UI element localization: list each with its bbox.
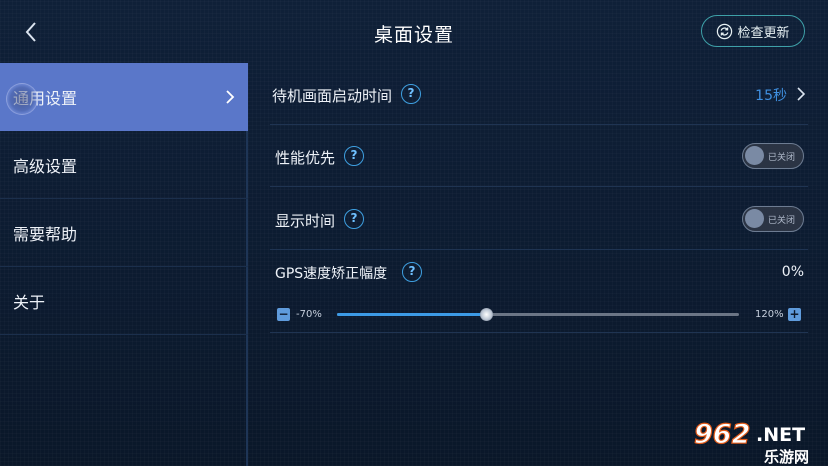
decrease-button[interactable]: −	[277, 308, 290, 321]
refresh-icon	[717, 23, 733, 39]
sidebar-item-advanced-settings[interactable]: 高级设置	[0, 131, 248, 199]
slider-min-label: -70%	[296, 309, 322, 320]
check-update-label: 检查更新	[737, 25, 790, 41]
help-icon[interactable]: ?	[344, 209, 364, 229]
performance-row: 性能优先 ? 已关闭	[270, 125, 808, 187]
gps-correction-label: GPS速度矫正幅度	[275, 266, 388, 282]
slider-fill	[337, 313, 486, 316]
sidebar-item-general-settings[interactable]: 通用设置	[0, 63, 248, 131]
performance-label: 性能优先	[275, 149, 336, 167]
sidebar: 通用设置 高级设置 需要帮助 关于	[0, 63, 248, 466]
standby-time-row[interactable]: 待机画面启动时间 ? 15秒	[270, 63, 808, 125]
toggle-knob	[745, 209, 764, 228]
performance-toggle[interactable]: 已关闭	[742, 143, 804, 169]
svg-text:乐游网: 乐游网	[764, 448, 809, 466]
top-bar: 桌面设置 检查更新	[0, 0, 828, 63]
help-icon[interactable]: ?	[401, 84, 421, 104]
toggle-state-label: 已关闭	[768, 153, 796, 163]
help-icon[interactable]: ?	[402, 262, 422, 282]
sidebar-item-label: 需要帮助	[13, 224, 78, 244]
back-button[interactable]	[18, 16, 46, 48]
slider-track[interactable]	[337, 308, 739, 321]
sidebar-item-label: 通用设置	[13, 88, 78, 108]
sidebar-item-label: 关于	[13, 292, 46, 312]
svg-text:962: 962	[694, 419, 750, 450]
show-time-row: 显示时间 ? 已关闭	[270, 187, 808, 250]
toggle-state-label: 已关闭	[768, 216, 796, 226]
chevron-right-icon	[226, 90, 235, 104]
gps-correction-value: 0%	[781, 264, 804, 280]
show-time-label: 显示时间	[275, 212, 336, 230]
svg-text:.NET: .NET	[756, 424, 805, 446]
slider-thumb[interactable]	[479, 308, 493, 321]
toggle-knob	[745, 146, 764, 165]
sidebar-item-need-help[interactable]: 需要帮助	[0, 199, 248, 267]
site-watermark-logo: 962 .NET 乐游网	[693, 418, 809, 466]
standby-time-label: 待机画面启动时间	[272, 87, 393, 105]
show-time-toggle[interactable]: 已关闭	[742, 206, 804, 232]
slider-max-label: 120%	[755, 309, 784, 320]
increase-button[interactable]: +	[788, 308, 801, 321]
sidebar-item-about[interactable]: 关于	[0, 267, 248, 335]
chevron-left-icon	[25, 22, 36, 42]
help-icon[interactable]: ?	[344, 146, 364, 166]
gps-correction-slider: − -70% 120% +	[270, 302, 808, 326]
sidebar-item-label: 高级设置	[13, 156, 78, 176]
standby-time-value: 15秒	[755, 88, 787, 104]
chevron-right-icon	[797, 87, 806, 101]
check-update-button[interactable]: 检查更新	[701, 15, 805, 47]
